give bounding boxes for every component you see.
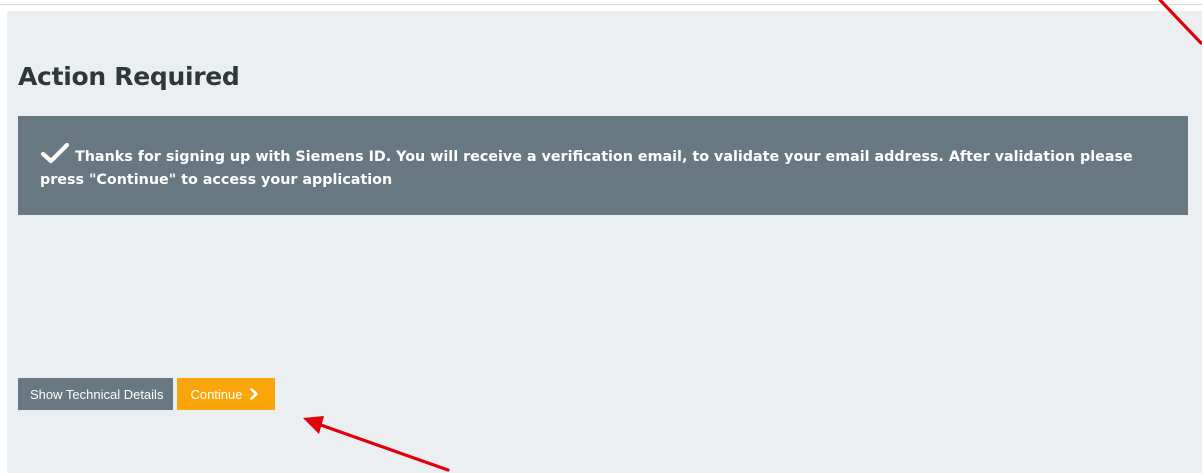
checkmark-icon bbox=[40, 142, 70, 164]
continue-label: Continue bbox=[190, 386, 243, 402]
show-technical-details-button[interactable]: Show Technical Details bbox=[18, 378, 174, 410]
alert-message: Thanks for signing up with Siemens ID. Y… bbox=[40, 149, 1133, 188]
page-title: Action Required bbox=[18, 62, 240, 91]
info-alert: Thanks for signing up with Siemens ID. Y… bbox=[18, 116, 1188, 215]
show-technical-details-label: Show Technical Details bbox=[30, 386, 164, 402]
top-border bbox=[0, 0, 1202, 5]
continue-button[interactable]: Continue bbox=[177, 378, 275, 410]
action-buttons: Show Technical Details Continue bbox=[18, 378, 275, 410]
chevron-right-icon bbox=[249, 388, 258, 400]
